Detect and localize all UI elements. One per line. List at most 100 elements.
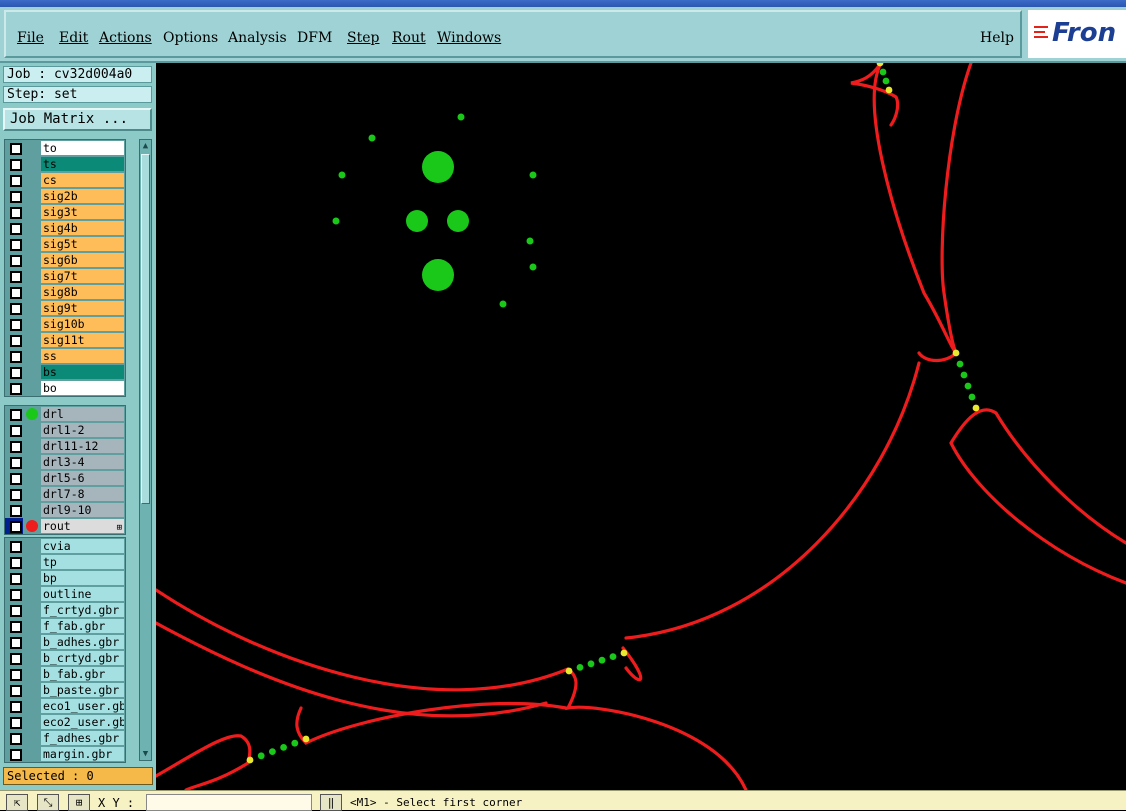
layer-affected-checkbox[interactable] xyxy=(10,733,22,745)
menu-windows[interactable]: Windows xyxy=(437,30,501,46)
layer-affected-checkbox[interactable] xyxy=(10,383,22,395)
menu-step[interactable]: Step xyxy=(347,30,379,46)
scroll-down-arrow-icon[interactable]: ▼ xyxy=(140,748,151,760)
layer-row-f-adhes-gbr[interactable]: f_adhes.gbr xyxy=(5,730,125,746)
layer-row-drl5-6[interactable]: drl5-6 xyxy=(5,470,125,486)
menu-file[interactable]: File xyxy=(17,30,44,46)
layer-affected-checkbox[interactable] xyxy=(10,367,22,379)
job-matrix-button[interactable]: Job Matrix ... xyxy=(3,108,152,131)
layer-row-sig10b[interactable]: sig10b xyxy=(5,316,125,332)
layer-affected-checkbox[interactable] xyxy=(10,621,22,633)
layer-row-bo[interactable]: bo xyxy=(5,380,125,396)
menu-edit[interactable]: Edit xyxy=(59,30,88,46)
layer-row-bs[interactable]: bs xyxy=(5,364,125,380)
layer-row-sig8b[interactable]: sig8b xyxy=(5,284,125,300)
layer-row-drl3-4[interactable]: drl3-4 xyxy=(5,454,125,470)
layer-affected-checkbox[interactable] xyxy=(10,287,22,299)
layer-affected-checkbox[interactable] xyxy=(10,425,22,437)
scrollbar-thumb[interactable] xyxy=(141,154,150,504)
layer-affected-checkbox[interactable] xyxy=(10,505,22,517)
menu-actions[interactable]: Actions xyxy=(99,30,152,46)
xy-coordinate-input[interactable] xyxy=(146,794,312,811)
layer-row-b-crtyd-gbr[interactable]: b_crtyd.gbr xyxy=(5,650,125,666)
layer-row-tp[interactable]: tp xyxy=(5,554,125,570)
layer-affected-checkbox[interactable] xyxy=(10,749,22,761)
layer-affected-checkbox[interactable] xyxy=(10,457,22,469)
layer-row-b-fab-gbr[interactable]: b_fab.gbr xyxy=(5,666,125,682)
layer-row-sig11t[interactable]: sig11t xyxy=(5,332,125,348)
layer-row-margin-gbr[interactable]: margin.gbr xyxy=(5,746,125,762)
layer-affected-checkbox[interactable] xyxy=(10,351,22,363)
xy-label: X Y : xyxy=(98,796,135,810)
layer-affected-checkbox[interactable] xyxy=(10,557,22,569)
layer-affected-checkbox[interactable] xyxy=(10,589,22,601)
layer-row-b-adhes-gbr[interactable]: b_adhes.gbr xyxy=(5,634,125,650)
menu-help[interactable]: Help xyxy=(980,30,1014,46)
layer-row-ss[interactable]: ss xyxy=(5,348,125,364)
scroll-up-arrow-icon[interactable]: ▲ xyxy=(140,140,151,152)
layer-affected-checkbox[interactable] xyxy=(10,541,22,553)
layer-row-b-paste-gbr[interactable]: b_paste.gbr xyxy=(5,682,125,698)
layer-affected-checkbox[interactable] xyxy=(10,653,22,665)
menu-analysis[interactable]: Analysis xyxy=(228,30,287,46)
layer-affected-checkbox[interactable] xyxy=(10,489,22,501)
layer-affected-checkbox[interactable] xyxy=(10,605,22,617)
layer-row-sig4b[interactable]: sig4b xyxy=(5,220,125,236)
layer-display-indicator-icon[interactable] xyxy=(26,520,38,532)
layer-affected-checkbox[interactable] xyxy=(10,335,22,347)
layer-affected-checkbox[interactable] xyxy=(10,143,22,155)
layer-row-sig3t[interactable]: sig3t xyxy=(5,204,125,220)
layer-row-rout[interactable]: rout ⊞ xyxy=(5,518,125,534)
layer-affected-checkbox[interactable] xyxy=(10,191,22,203)
layer-list-scrollbar[interactable]: ▲ ▼ xyxy=(139,139,152,761)
layer-affected-checkbox[interactable] xyxy=(10,573,22,585)
layer-row-cs[interactable]: cs xyxy=(5,172,125,188)
layer-row-outline[interactable]: outline xyxy=(5,586,125,602)
layer-row-drl9-10[interactable]: drl9-10 xyxy=(5,502,125,518)
layer-affected-checkbox[interactable] xyxy=(10,441,22,453)
menu-dfm[interactable]: DFM xyxy=(297,30,332,46)
layer-affected-checkbox[interactable] xyxy=(10,207,22,219)
layer-affected-checkbox[interactable] xyxy=(10,409,22,421)
layer-row-drl1-2[interactable]: drl1-2 xyxy=(5,422,125,438)
layer-affected-checkbox[interactable] xyxy=(10,271,22,283)
layer-row-drl7-8[interactable]: drl7-8 xyxy=(5,486,125,502)
pause-icon[interactable]: ‖ xyxy=(320,794,342,811)
layer-affected-checkbox[interactable] xyxy=(10,159,22,171)
layer-affected-checkbox[interactable] xyxy=(10,239,22,251)
layer-row-cvia[interactable]: cvia xyxy=(5,538,125,554)
layer-row-drl[interactable]: drl xyxy=(5,406,125,422)
layer-row-eco2-user-gbr[interactable]: eco2_user.gbr xyxy=(5,714,125,730)
layer-affected-checkbox[interactable] xyxy=(10,255,22,267)
layer-affected-checkbox[interactable] xyxy=(10,521,22,533)
pan-tool-icon[interactable]: ⇱ xyxy=(6,794,28,811)
layer-row-f-crtyd-gbr[interactable]: f_crtyd.gbr xyxy=(5,602,125,618)
layer-row-bp[interactable]: bp xyxy=(5,570,125,586)
layer-row-drl11-12[interactable]: drl11-12 xyxy=(5,438,125,454)
zoom-tool-icon[interactable]: ⤡ xyxy=(37,794,59,811)
layer-affected-checkbox[interactable] xyxy=(10,223,22,235)
layer-row-sig2b[interactable]: sig2b xyxy=(5,188,125,204)
layer-affected-checkbox[interactable] xyxy=(10,685,22,697)
menu-options[interactable]: Options xyxy=(163,30,218,46)
layer-affected-checkbox[interactable] xyxy=(10,701,22,713)
layer-row-eco1-user-gbr[interactable]: eco1_user.gbr xyxy=(5,698,125,714)
layer-row-ts[interactable]: ts xyxy=(5,156,125,172)
layer-row-sig5t[interactable]: sig5t xyxy=(5,236,125,252)
snap-grid-icon[interactable]: ⊞ xyxy=(68,794,90,811)
layer-affected-checkbox[interactable] xyxy=(10,473,22,485)
layer-affected-checkbox[interactable] xyxy=(10,175,22,187)
graphics-canvas[interactable] xyxy=(156,63,1126,790)
layer-row-to[interactable]: to xyxy=(5,140,125,156)
layer-row-sig6b[interactable]: sig6b xyxy=(5,252,125,268)
layer-row-sig9t[interactable]: sig9t xyxy=(5,300,125,316)
layer-affected-checkbox[interactable] xyxy=(10,669,22,681)
layer-affected-checkbox[interactable] xyxy=(10,717,22,729)
layer-row-sig7t[interactable]: sig7t xyxy=(5,268,125,284)
layer-affected-checkbox[interactable] xyxy=(10,637,22,649)
layer-display-indicator-icon[interactable] xyxy=(26,408,38,420)
layer-row-f-fab-gbr[interactable]: f_fab.gbr xyxy=(5,618,125,634)
layer-affected-checkbox[interactable] xyxy=(10,303,22,315)
menu-rout[interactable]: Rout xyxy=(392,30,426,46)
layer-affected-checkbox[interactable] xyxy=(10,319,22,331)
